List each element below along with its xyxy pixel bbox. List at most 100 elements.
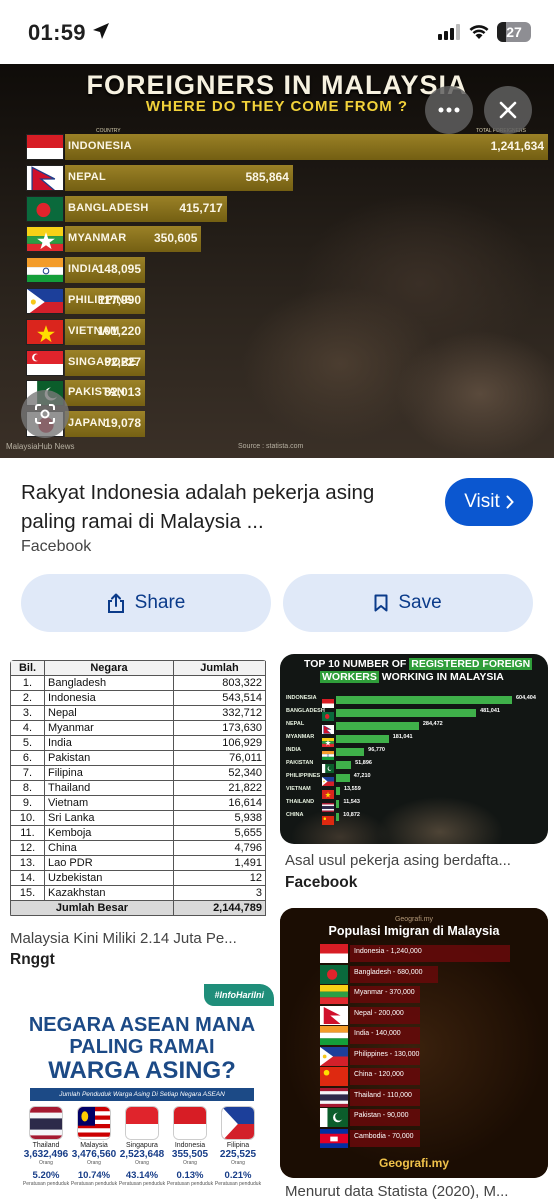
table-cell-value: 1,491: [173, 855, 266, 871]
table-cell-value: 543,514: [173, 690, 266, 706]
table-cell-country: Indonesia: [44, 690, 174, 706]
hero-source: Source : statista.com: [238, 443, 304, 450]
populasi-bar-label: Myanmar - 370,000: [354, 989, 415, 996]
top10-card-caption[interactable]: Asal usul pekerja asing berdafta...: [285, 852, 545, 869]
table-card-caption[interactable]: Malaysia Kini Miliki 2.14 Juta Pe...: [10, 930, 266, 947]
table-cell-country: Filipina: [44, 765, 174, 781]
hero-bar-row: SINGAPORE 92,227: [26, 349, 548, 376]
more-horizontal-icon: [438, 107, 460, 113]
status-bar: 01:59 27: [0, 0, 554, 64]
visit-button[interactable]: Visit: [445, 478, 533, 526]
asean-band: Jumlah Penduduk Warga Asing Di Setiap Ne…: [30, 1088, 254, 1101]
table-header: Bil.: [10, 660, 45, 676]
flag-icon: [221, 1106, 255, 1140]
top10-bar-value: 47,210: [353, 773, 371, 779]
hero-bar-value: 350,605: [153, 231, 198, 246]
related-image-top10[interactable]: TOP 10 NUMBER OF REGISTERED FOREIGN WORK…: [280, 654, 548, 844]
top10-bar-label: INDONESIA: [286, 695, 317, 701]
table-cell-number: 13.: [10, 855, 45, 871]
populasi-brand-top: Geografi.my: [394, 916, 434, 923]
related-image-table[interactable]: Bil. Negara Jumlah 1. Bangladesh 803,322 2.…: [10, 660, 267, 918]
top10-bar-label: PAKISTAN: [286, 760, 314, 766]
table-cell-value: 803,322: [173, 675, 266, 691]
save-button[interactable]: Save: [283, 574, 533, 632]
top10-bar-value: 481,041: [480, 708, 500, 714]
top10-bar-label: BANGLADESH: [286, 708, 325, 714]
hero-image[interactable]: FOREIGNERS IN MALAYSIA WHERE DO THEY COM…: [0, 64, 554, 458]
asean-country-name: Filipina: [226, 1142, 250, 1149]
close-icon: [499, 101, 517, 119]
table-row: 1. Bangladesh 803,322: [10, 675, 266, 691]
hero-bar-row: NEPAL 585,864: [26, 164, 548, 191]
top10-bar-label: MYANMAR: [286, 734, 315, 740]
populasi-bar-label: Bangladesh - 680,000: [354, 968, 423, 976]
asean-country-name: Malaysia: [80, 1142, 108, 1149]
battery-level: 27: [506, 24, 522, 40]
top10-bar-row: INDONESIA 604,404: [286, 694, 546, 708]
top10-bar: [336, 787, 340, 795]
populasi-brand: Geografi.my: [378, 1156, 450, 1170]
top10-title-line2: WORKERS WORKING IN MALAYSIA: [320, 671, 504, 683]
hero-bar-row: JAPAN 19,078: [26, 411, 548, 438]
hero-bar-value: 415,717: [179, 200, 223, 215]
lens-search-button[interactable]: [21, 390, 69, 438]
table-row: 3. Nepal 332,712: [10, 705, 266, 721]
table-cell-value: 16,614: [173, 795, 266, 811]
table-row: 2. Indonesia 543,514: [10, 690, 266, 706]
table-cell-country: Bangladesh: [44, 675, 174, 691]
table-cell-number: 6.: [10, 750, 45, 766]
top10-bar-label: VIETNAM: [286, 786, 311, 792]
table-cell-value: 12: [173, 870, 266, 886]
asean-country-pct-label: Peratusan penduduk: [118, 1181, 166, 1187]
top10-bar-value: 96,770: [368, 747, 385, 753]
top10-bar-value: 604,404: [516, 695, 536, 701]
top10-bar-row: NEPAL 284,472: [286, 720, 546, 734]
table-cell-number: 10.: [10, 810, 45, 826]
table-cell-value: 5,655: [173, 825, 266, 841]
table-cell-value: 76,011: [173, 750, 266, 766]
table-row: 12. China 4,796: [10, 840, 266, 856]
flag-icon: [26, 195, 64, 222]
table-cell-number: 12.: [10, 840, 45, 856]
top10-bar: [336, 800, 340, 808]
top10-bar-row: MYANMAR 181,041: [286, 733, 546, 747]
flag-icon: [322, 747, 334, 760]
asean-country-pct: 10.74%: [77, 1170, 111, 1181]
asean-country-unit: Orang: [87, 1160, 101, 1166]
populasi-bar-label: Philippines - 130,000: [354, 1050, 420, 1058]
asean-country-name: Singapura: [126, 1142, 158, 1149]
share-button[interactable]: Share: [21, 574, 271, 632]
populasi-bar-label: Nepal - 200,000: [354, 1009, 404, 1017]
close-button[interactable]: [484, 86, 532, 134]
top10-bar-label: THAILAND: [286, 799, 315, 805]
top10-title-c: WORKERS: [320, 671, 379, 683]
flag-icon: [322, 786, 334, 799]
table-card-source: Rnggt: [10, 951, 55, 968]
flag-icon: [77, 1106, 111, 1140]
table-row: 9. Vietnam 16,614: [10, 795, 266, 811]
related-image-populasi[interactable]: Geografi.my Populasi Imigran di Malaysia…: [280, 908, 548, 1178]
table-cell-country: Thailand: [44, 780, 174, 796]
hero-bar-row: MYANMAR 350,605: [26, 226, 548, 253]
table-header: Negara: [44, 660, 174, 676]
table-cell-value: 4,796: [173, 840, 266, 856]
top10-card-source: Facebook: [285, 874, 358, 891]
populasi-bar-row: Indonesia - 1,240,000: [320, 944, 520, 964]
populasi-card-caption[interactable]: Menurut data Statista (2020), M...: [285, 1183, 545, 1200]
flag-icon: [320, 985, 348, 1004]
asean-country-unit: Orang: [39, 1160, 53, 1166]
table-cell-value: 106,929: [173, 735, 266, 751]
hero-footer-brand: MalaysiaHub News: [6, 442, 75, 451]
table-cell-number: 1.: [10, 675, 45, 691]
hero-bar-value: 1,241,634: [490, 139, 544, 153]
result-title[interactable]: Rakyat Indonesia adalah pekerja asing pa…: [21, 478, 411, 536]
table-total-value: 2,144,789: [173, 900, 266, 916]
chevron-right-icon: [506, 495, 514, 509]
asean-country-unit: Orang: [231, 1160, 245, 1166]
more-options-button[interactable]: [425, 86, 473, 134]
table-cell-value: 332,712: [173, 705, 266, 721]
top10-bar-value: 10,872: [343, 812, 360, 818]
top10-bar-value: 13,559: [343, 786, 361, 792]
populasi-bar-row: China - 120,000: [320, 1067, 520, 1087]
asean-country-column: Thailand 3,632,496 Orang 5.20% Peratusan pen…: [22, 1106, 70, 1187]
